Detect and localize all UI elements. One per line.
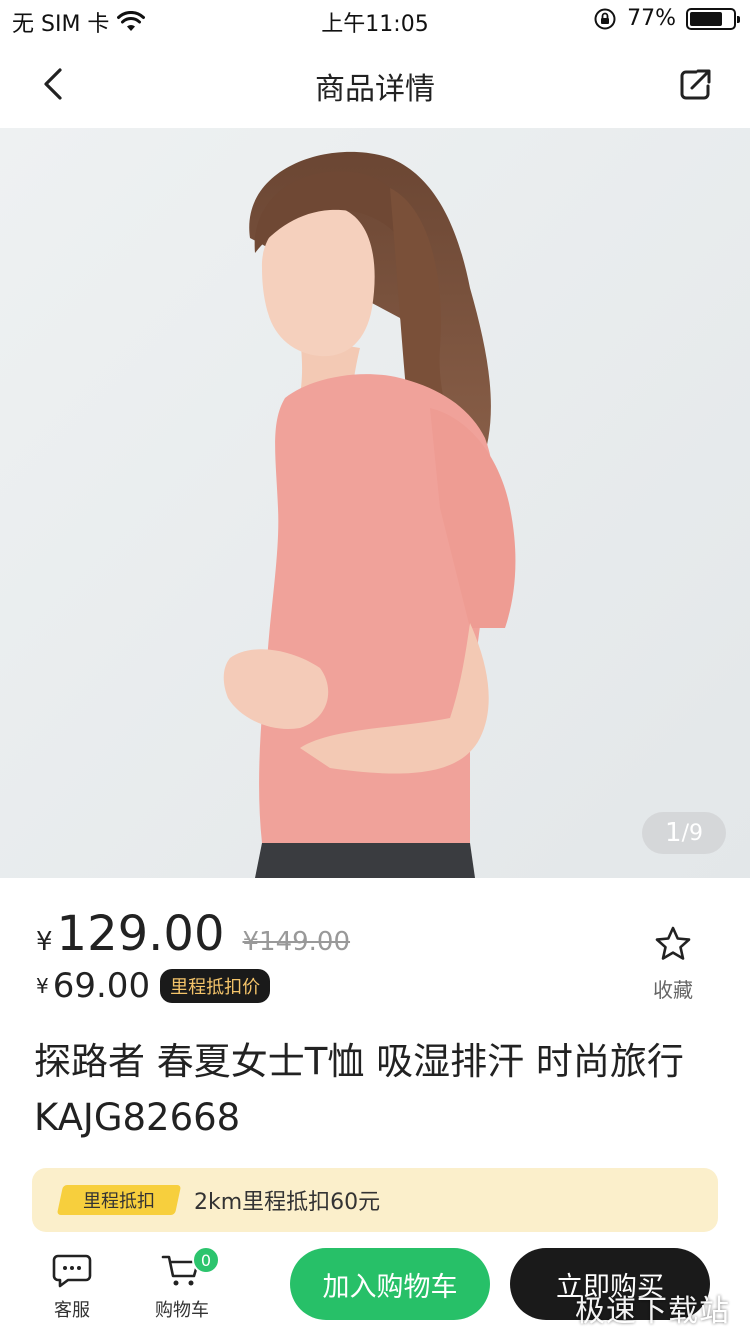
mileage-promo-text: 2km里程抵扣60元 — [194, 1190, 381, 1215]
product-title: 探路者 春夏女士T恤 吸湿排汗 时尚旅行 KAJG82668 — [34, 1040, 684, 1139]
mileage-currency: ¥ — [36, 974, 49, 998]
image-counter-total: 9 — [688, 820, 703, 846]
image-counter: 1 / 9 — [642, 812, 726, 854]
favorite-label: 收藏 — [653, 978, 693, 1002]
cart-count-badge: 0 — [192, 1246, 220, 1274]
mileage-price: 69.00 — [52, 966, 151, 1006]
battery-level — [690, 11, 723, 26]
nav-bar: 商品详情 — [0, 44, 750, 124]
price-currency: ¥ — [36, 927, 53, 957]
customer-service-label: 客服 — [54, 1300, 90, 1321]
product-photo — [0, 128, 750, 878]
product-image-gallery[interactable]: 1 / 9 — [0, 128, 750, 878]
mileage-price-row: ¥ 69.00 里程抵扣价 — [36, 966, 271, 1006]
favorite-button[interactable]: 收藏 — [648, 924, 698, 1003]
mileage-promo-tag: 里程抵扣 — [56, 1185, 182, 1215]
mileage-promo-banner[interactable]: 里程抵扣 2km里程抵扣60元 — [32, 1168, 718, 1232]
mileage-price-tag: 里程抵扣价 — [160, 969, 271, 1003]
image-counter-separator: / — [681, 820, 689, 846]
page-title: 商品详情 — [315, 72, 435, 107]
image-counter-current: 1 — [665, 818, 682, 848]
rotation-lock-icon — [594, 8, 616, 29]
battery-icon — [686, 7, 740, 30]
share-button[interactable] — [676, 64, 716, 104]
cart-label: 购物车 — [155, 1300, 209, 1321]
battery-percent: 77% — [627, 6, 676, 31]
status-bar: 无 SIM 卡 上午11:05 77% — [0, 0, 750, 40]
current-price: 129.00 — [56, 906, 225, 962]
status-right: 77% — [593, 6, 740, 31]
chat-icon — [52, 1254, 92, 1288]
battery-cap — [737, 15, 740, 23]
price-row: ¥ 129.00 ¥149.00 — [36, 906, 350, 962]
customer-service-button[interactable]: 客服 — [32, 1252, 112, 1322]
original-price: ¥149.00 — [242, 927, 351, 957]
share-icon — [680, 69, 711, 100]
mileage-promo-tag-label: 里程抵扣 — [83, 1191, 155, 1212]
watermark: 极速下载站 — [575, 1294, 730, 1329]
cart-button[interactable]: 0 购物车 — [142, 1246, 222, 1322]
add-to-cart-button[interactable]: 加入购物车 — [290, 1248, 490, 1320]
star-icon — [655, 926, 691, 960]
